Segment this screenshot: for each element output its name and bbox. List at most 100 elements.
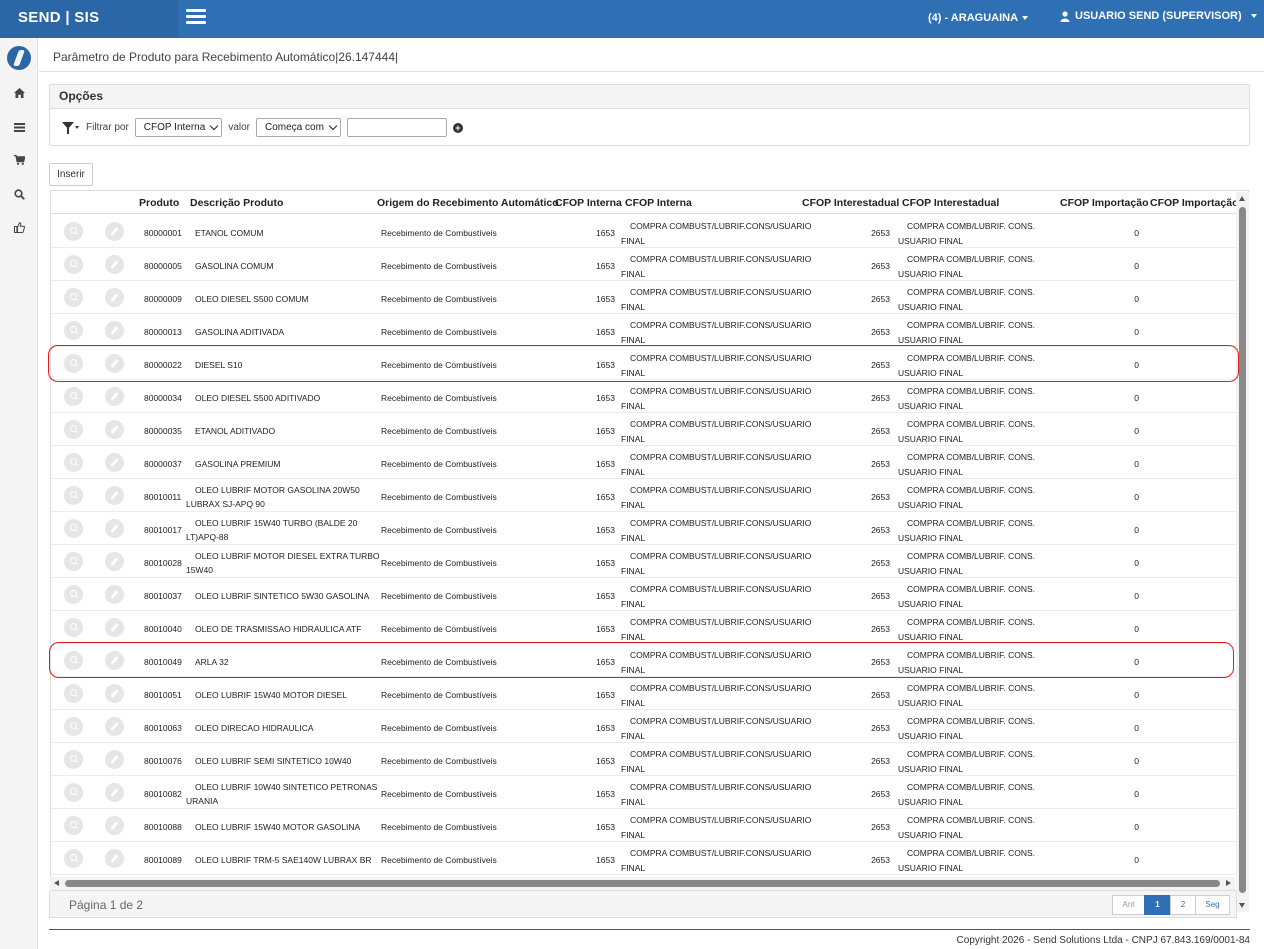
table-row[interactable]: 80000001 ETANOL COMUM Recebimento de Combu… bbox=[51, 215, 1236, 248]
table-row[interactable]: 80010082 OLEO LUBRIF 10W40 SINTETICO PETR… bbox=[51, 776, 1236, 809]
table-row[interactable]: 80010017 OLEO LUBRIF 15W40 TURBO (BALDE 2… bbox=[51, 512, 1236, 545]
view-icon[interactable] bbox=[64, 255, 83, 274]
edit-icon[interactable] bbox=[105, 618, 124, 637]
table-row[interactable]: 80000022 DIESEL S10 Recebimento de Combust… bbox=[51, 347, 1236, 380]
view-icon[interactable] bbox=[64, 519, 83, 538]
table-row[interactable]: 80010040 OLEO DE TRASMISSAO HIDRAULICA AT… bbox=[51, 611, 1236, 644]
edit-icon[interactable] bbox=[105, 354, 124, 373]
view-icon[interactable] bbox=[64, 618, 83, 637]
view-icon[interactable] bbox=[64, 684, 83, 703]
brand-logo[interactable]: SEND | SIS bbox=[0, 0, 178, 38]
edit-icon[interactable] bbox=[105, 717, 124, 736]
view-icon[interactable] bbox=[64, 651, 83, 670]
page-2-button[interactable]: 2 bbox=[1170, 895, 1196, 915]
table-row[interactable]: 80000035 ETANOL ADITIVADO Recebimento de C… bbox=[51, 413, 1236, 446]
col-cfop-interestadual-desc[interactable]: CFOP Interestadual bbox=[902, 197, 999, 209]
col-cfop-interestadual[interactable]: CFOP Interestadual bbox=[802, 197, 899, 209]
edit-icon[interactable] bbox=[105, 750, 124, 769]
table-row[interactable]: 80010051 OLEO LUBRIF 15W40 MOTOR DIESEL Re… bbox=[51, 677, 1236, 710]
edit-icon[interactable] bbox=[105, 288, 124, 307]
view-icon[interactable] bbox=[64, 288, 83, 307]
table-row[interactable]: 80000037 GASOLINA PREMIUM Recebimento de C… bbox=[51, 446, 1236, 479]
list-icon[interactable] bbox=[12, 122, 26, 136]
filter-value-input[interactable] bbox=[346, 118, 447, 137]
view-icon[interactable] bbox=[64, 453, 83, 472]
edit-icon[interactable] bbox=[105, 816, 124, 835]
view-icon[interactable] bbox=[64, 222, 83, 241]
edit-icon[interactable] bbox=[105, 255, 124, 274]
col-descricao[interactable]: Descrição Produto bbox=[190, 197, 283, 209]
view-icon[interactable] bbox=[64, 816, 83, 835]
view-icon[interactable] bbox=[64, 750, 83, 769]
edit-icon[interactable] bbox=[105, 321, 124, 340]
edit-icon[interactable] bbox=[105, 552, 124, 571]
horizontal-scrollbar[interactable] bbox=[50, 877, 1235, 890]
vertical-scrollbar[interactable] bbox=[1236, 192, 1249, 912]
view-icon[interactable] bbox=[64, 387, 83, 406]
table-row[interactable]: 80010076 OLEO LUBRIF SEMI SINTETICO 10W40… bbox=[51, 743, 1236, 776]
edit-icon[interactable] bbox=[105, 849, 124, 868]
edit-icon[interactable] bbox=[105, 420, 124, 439]
edit-icon[interactable] bbox=[105, 651, 124, 670]
edit-icon[interactable] bbox=[105, 783, 124, 802]
table-row[interactable]: 80010063 OLEO DIRECAO HIDRAULICA Recebimen… bbox=[51, 710, 1236, 743]
view-icon[interactable] bbox=[64, 321, 83, 340]
cell-cfop-interna-desc: COMPRA COMBUST/LUBRIF.CONS/USUARIO bbox=[630, 716, 812, 726]
match-mode-select[interactable]: Começa com bbox=[256, 118, 341, 137]
col-produto[interactable]: Produto bbox=[139, 197, 179, 209]
col-cfop-importacao-desc[interactable]: CFOP Importação bbox=[1150, 197, 1239, 209]
view-icon[interactable] bbox=[64, 585, 83, 604]
menu-toggle-icon[interactable] bbox=[186, 9, 206, 25]
add-filter-icon[interactable]: + bbox=[452, 122, 463, 133]
prev-page-button[interactable]: Ant bbox=[1112, 895, 1145, 915]
view-icon[interactable] bbox=[64, 717, 83, 736]
search-icon[interactable] bbox=[12, 189, 26, 203]
view-icon[interactable] bbox=[64, 420, 83, 439]
scroll-right-icon[interactable] bbox=[1226, 880, 1231, 886]
table-row[interactable]: 80010028 OLEO LUBRIF MOTOR DIESEL EXTRA T… bbox=[51, 545, 1236, 578]
table-row[interactable]: 80000005 GASOLINA COMUM Recebimento de Com… bbox=[51, 248, 1236, 281]
insert-button[interactable]: Inserir bbox=[49, 163, 93, 186]
table-row[interactable]: 80010011 OLEO LUBRIF MOTOR GASOLINA 20W50… bbox=[51, 479, 1236, 512]
edit-icon[interactable] bbox=[105, 453, 124, 472]
table-row[interactable]: 80010088 OLEO LUBRIF 15W40 MOTOR GASOLINA… bbox=[51, 809, 1236, 842]
table-row[interactable]: 80000013 GASOLINA ADITIVADA Recebimento de… bbox=[51, 314, 1236, 347]
view-icon[interactable] bbox=[64, 486, 83, 505]
edit-icon[interactable] bbox=[105, 585, 124, 604]
edit-icon[interactable] bbox=[105, 684, 124, 703]
col-cfop-importacao[interactable]: CFOP Importação bbox=[1060, 197, 1149, 209]
cell-cfop-importacao: 0 bbox=[1134, 558, 1139, 568]
scroll-down-icon[interactable] bbox=[1239, 903, 1245, 908]
user-menu[interactable]: USUARIO SEND (SUPERVISOR) bbox=[1060, 10, 1257, 22]
next-page-button[interactable]: Seg bbox=[1195, 895, 1230, 915]
vertical-scroll-thumb[interactable] bbox=[1239, 207, 1246, 893]
cart-icon[interactable] bbox=[12, 154, 26, 169]
table-row[interactable]: 80000034 OLEO DIESEL S500 ADITIVADO Recebi… bbox=[51, 380, 1236, 413]
scroll-left-icon[interactable] bbox=[54, 880, 59, 886]
horizontal-scroll-thumb[interactable] bbox=[65, 880, 1220, 887]
col-cfop-interna[interactable]: CFOP Interna bbox=[555, 197, 622, 209]
edit-icon[interactable] bbox=[105, 519, 124, 538]
table-row[interactable]: 80010089 OLEO LUBRIF TRM-5 SAE140W LUBRAX… bbox=[51, 842, 1236, 875]
app-logo-icon[interactable] bbox=[7, 46, 31, 70]
edit-icon[interactable] bbox=[105, 222, 124, 241]
scroll-up-icon[interactable] bbox=[1239, 196, 1245, 201]
table-row[interactable]: 80000009 OLEO DIESEL S500 COMUM Recebiment… bbox=[51, 281, 1236, 314]
edit-icon[interactable] bbox=[105, 486, 124, 505]
unit-selector[interactable]: (4) - ARAGUAINA bbox=[928, 12, 1029, 24]
home-icon[interactable] bbox=[12, 88, 26, 102]
view-icon[interactable] bbox=[64, 783, 83, 802]
thumbs-up-icon[interactable] bbox=[12, 222, 26, 236]
view-icon[interactable] bbox=[64, 552, 83, 571]
table-row[interactable]: 80010037 OLEO LUBRIF SINTETICO 5W30 GASOL… bbox=[51, 578, 1236, 611]
filter-field-select[interactable]: CFOP Interna bbox=[134, 118, 223, 137]
edit-icon[interactable] bbox=[105, 387, 124, 406]
col-cfop-interna-desc[interactable]: CFOP Interna bbox=[625, 197, 692, 209]
page-1-button[interactable]: 1 bbox=[1144, 895, 1171, 915]
col-origem[interactable]: Origem do Recebimento Automático bbox=[377, 197, 559, 209]
filter-icon[interactable] bbox=[62, 121, 80, 135]
table-row[interactable]: 80010049 ARLA 32 Recebimento de Combustíve… bbox=[51, 644, 1236, 677]
view-icon[interactable] bbox=[64, 849, 83, 868]
view-icon[interactable] bbox=[64, 354, 83, 373]
cell-origem: Recebimento de Combustíveis bbox=[381, 690, 497, 700]
